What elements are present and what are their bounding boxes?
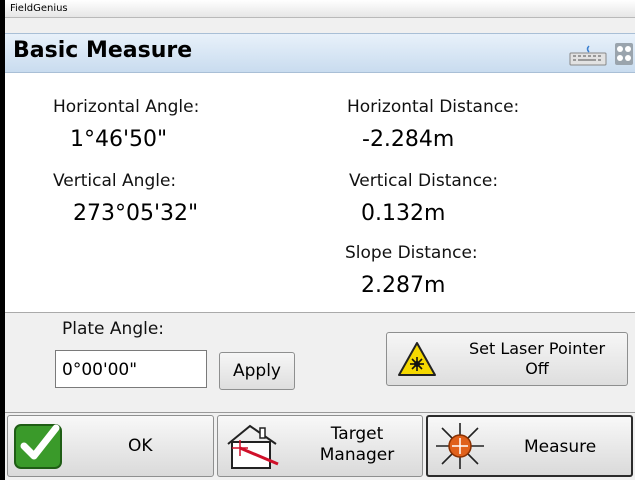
ok-label: OK — [128, 436, 153, 456]
laser-label-line2: Off — [525, 359, 549, 378]
checkmark-icon — [14, 424, 62, 469]
measure-button[interactable]: Measure — [426, 415, 633, 477]
bottom-toolbar: OK Target Manager Measure — [5, 412, 635, 480]
apply-button[interactable]: Apply — [219, 352, 295, 390]
horizontal-angle-value: 1°46'50" — [70, 127, 168, 152]
laser-label-line1: Set Laser Pointer — [468, 339, 606, 358]
page-header: Basic Measure — [5, 33, 635, 73]
target-label-line1: Target — [330, 424, 384, 444]
horizontal-distance-label: Horizontal Distance: — [347, 97, 520, 117]
settings-icon[interactable] — [615, 43, 633, 65]
laser-button-label: Set Laser Pointer Off — [457, 339, 617, 379]
vertical-angle-label: Vertical Angle: — [53, 171, 177, 191]
vertical-distance-label: Vertical Distance: — [349, 171, 499, 191]
target-house-icon — [227, 424, 279, 469]
target-label-line2: Manager — [319, 445, 395, 465]
plate-angle-label: Plate Angle: — [62, 319, 165, 339]
measurement-readings-panel: Horizontal Angle: 1°46'50" Vertical Angl… — [5, 73, 635, 313]
window-titlebar: FieldGenius — [5, 0, 635, 18]
measure-laser-icon — [436, 423, 484, 469]
vertical-distance-value: 0.132m — [361, 201, 446, 226]
vertical-angle-value: 273°05'32" — [73, 201, 199, 226]
window-title: FieldGenius — [10, 3, 68, 14]
measure-label: Measure — [524, 437, 597, 457]
slope-distance-label: Slope Distance: — [345, 243, 478, 263]
target-manager-label: Target Manager — [312, 424, 402, 466]
keyboard-icon[interactable] — [569, 44, 607, 66]
plate-angle-input[interactable] — [55, 350, 207, 388]
controls-area: Plate Angle: Apply Set Laser Pointer Off — [5, 313, 635, 413]
slope-distance-value: 2.287m — [361, 273, 446, 298]
target-manager-button[interactable]: Target Manager — [217, 415, 423, 477]
set-laser-pointer-button[interactable]: Set Laser Pointer Off — [386, 332, 628, 386]
laser-warning-icon — [398, 342, 436, 376]
ok-button[interactable]: OK — [7, 415, 214, 477]
horizontal-distance-value: -2.284m — [362, 127, 455, 152]
app-window: FieldGenius Basic Measure Horizontal Ang… — [5, 0, 635, 480]
page-title: Basic Measure — [13, 38, 193, 63]
horizontal-angle-label: Horizontal Angle: — [53, 97, 200, 117]
